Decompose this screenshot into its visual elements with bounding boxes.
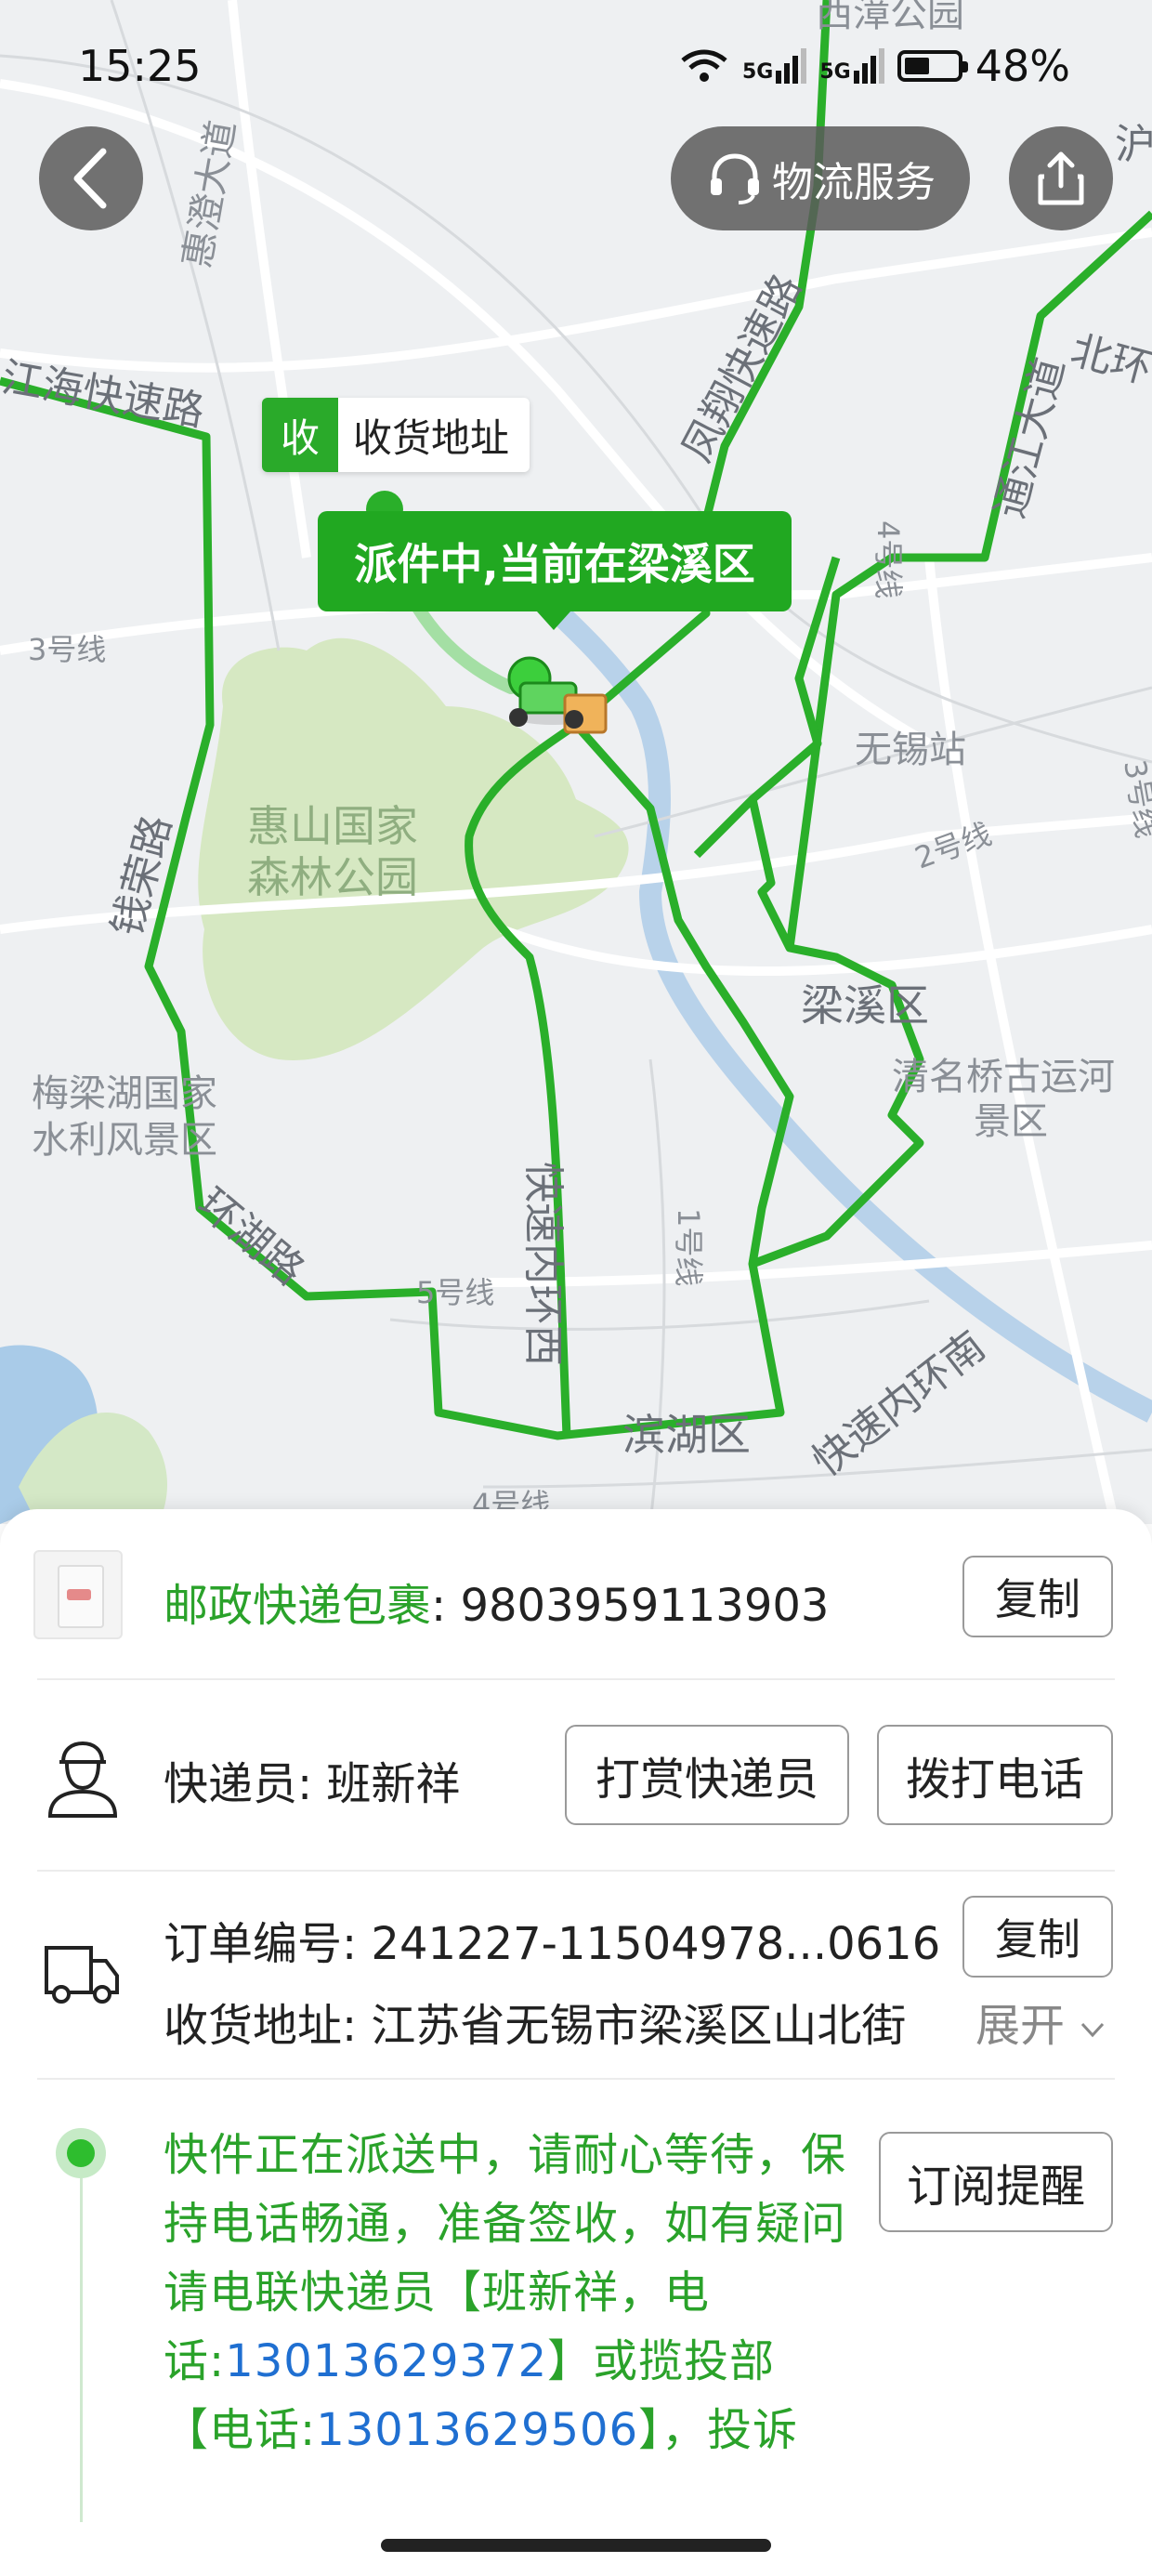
courier-phone-link[interactable]: 13013629372 bbox=[225, 2335, 547, 2387]
status-bar: 15:25 5G 5G 48% bbox=[0, 37, 1152, 102]
status-icons: 5G 5G 48% bbox=[679, 41, 1070, 91]
chevron-down-icon bbox=[1081, 2022, 1105, 2038]
map-label-line4b: 4号线 bbox=[871, 520, 906, 598]
home-indicator[interactable] bbox=[381, 2539, 771, 2552]
tracking-message: 快件正在派送中，请耐心等待，保持电话畅通，准备签收，如有疑问请电联快递员【班新祥… bbox=[164, 2121, 851, 2464]
courier-name: 快递员: 班新祥 bbox=[164, 1758, 461, 1810]
map-label-binhu: 滨湖区 bbox=[622, 1410, 751, 1460]
receiver-tag-label: 收货地址 bbox=[353, 414, 510, 461]
map-label-meiliang-2: 水利风景区 bbox=[32, 1119, 217, 1162]
map-label-line5: 5号线 bbox=[416, 1275, 494, 1310]
signal-5g-icon: 5G bbox=[742, 48, 807, 84]
battery-percent: 48% bbox=[975, 41, 1070, 91]
tip-courier-button[interactable]: 打赏快递员 bbox=[565, 1725, 849, 1825]
back-button[interactable] bbox=[39, 126, 143, 230]
signal-label-2: 5G bbox=[819, 60, 851, 84]
package-separator: : bbox=[431, 1580, 461, 1632]
delivery-status-bubble: 派件中,当前在梁溪区 bbox=[318, 511, 792, 630]
map-label-meiliang-1: 梅梁湖国家 bbox=[32, 1072, 217, 1115]
delivery-address: 收货地址: 江苏省无锡市梁溪区山北街 bbox=[164, 2000, 907, 2052]
map-label-inner-ring-west: 快速内环西 bbox=[519, 1162, 567, 1366]
receiver-address-tag[interactable]: 收 收货地址 bbox=[262, 398, 530, 472]
package-info: 邮政快递包裹: 9803959113903 bbox=[164, 1569, 829, 1634]
map-label-qingming-2: 景区 bbox=[974, 1100, 1048, 1143]
share-icon bbox=[1038, 151, 1084, 205]
share-button[interactable] bbox=[1009, 126, 1113, 230]
divider bbox=[37, 2078, 1115, 2080]
map-label-ximo-park: 西漳公园 bbox=[816, 0, 964, 35]
wifi-icon bbox=[681, 49, 727, 82]
truck-icon bbox=[45, 1946, 119, 2004]
package-thumbnail bbox=[33, 1550, 123, 1639]
receiver-badge: 收 bbox=[262, 398, 338, 472]
divider bbox=[37, 1678, 1115, 1680]
map-label-forest-1: 惠山国家 bbox=[247, 801, 418, 851]
call-courier-button[interactable]: 拨打电话 bbox=[877, 1725, 1113, 1825]
order-number: 订单编号: 241227-11504978...0616 bbox=[164, 1918, 941, 1970]
courier-icon bbox=[47, 1741, 118, 1818]
expand-address-link[interactable]: 展开 bbox=[975, 1989, 1106, 2054]
package-name: 邮政快递包裹 bbox=[164, 1580, 432, 1632]
office-phone-link[interactable]: 13013629506 bbox=[316, 2404, 638, 2456]
chevron-left-icon bbox=[73, 148, 107, 209]
map-label-line3-left: 3号线 bbox=[28, 632, 106, 667]
logistics-service-label: 物流服务 bbox=[772, 159, 936, 206]
map-label-forest-2: 森林公园 bbox=[247, 852, 418, 902]
subscribe-reminder-button[interactable]: 订阅提醒 bbox=[879, 2132, 1113, 2232]
copy-order-number-button[interactable]: 复制 bbox=[962, 1896, 1113, 1978]
status-time: 15:25 bbox=[78, 41, 202, 91]
expand-label: 展开 bbox=[975, 2000, 1066, 2052]
map-label-qingming-1: 清名桥古运河 bbox=[892, 1056, 1115, 1098]
map-label-liangxi: 梁溪区 bbox=[801, 980, 929, 1031]
logistics-service-button[interactable]: 物流服务 bbox=[671, 126, 970, 230]
divider bbox=[37, 1870, 1115, 1872]
map-label-line1: 1号线 bbox=[671, 1208, 706, 1286]
timeline-current-dot bbox=[56, 2128, 106, 2178]
map-label-hu: 沪 bbox=[1115, 121, 1152, 168]
timeline-line bbox=[80, 2178, 83, 2522]
package-number: 9803959113903 bbox=[460, 1580, 830, 1632]
signal-5g-icon: 5G bbox=[819, 48, 884, 84]
headset-icon bbox=[711, 153, 759, 204]
map-view[interactable]: 西漳公园 惠澄大道 江海快速路 凤翔快速路 北环 通江大道 沪 3号线 3号线 … bbox=[0, 0, 1152, 1524]
map-label-wuxi-station: 无锡站 bbox=[855, 729, 966, 771]
copy-package-number-button[interactable]: 复制 bbox=[962, 1556, 1113, 1637]
tracking-text-3: 】，投诉 bbox=[638, 2404, 799, 2456]
signal-label-1: 5G bbox=[742, 60, 774, 84]
battery-icon bbox=[897, 50, 968, 82]
